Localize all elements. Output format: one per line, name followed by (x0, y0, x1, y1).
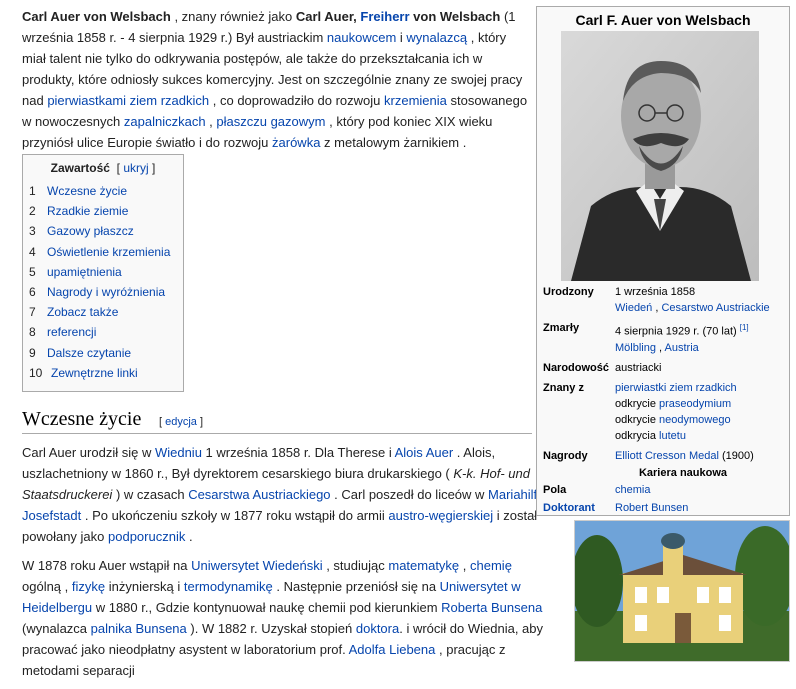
toc-item[interactable]: 4 Oświetlenie krzemienia (29, 242, 177, 262)
link-cesarstwo[interactable]: Cesarstwo Austriackie (661, 302, 769, 314)
link-adolfa-liebena[interactable]: Adolfa Liebena (349, 642, 436, 657)
subject-name: Carl Auer von Welsbach (22, 9, 171, 24)
row-awards: Nagrody Elliott Cresson Medal (1900) (543, 449, 754, 462)
link-zarowka[interactable]: żarówka (272, 135, 320, 150)
toc-item[interactable]: 7 Zobacz także (29, 302, 177, 322)
link-wiedniu[interactable]: Wiedniu (155, 445, 202, 460)
link-uniwersytet-wiedenski[interactable]: Uniwersytet Wiedeński (191, 558, 323, 573)
paragraph-2: W 1878 roku Auer wstąpił na Uniwersytet … (22, 558, 544, 678)
link-molbling[interactable]: Mölbling (615, 342, 656, 354)
link-cresson-medal[interactable]: Elliott Cresson Medal (615, 450, 719, 462)
toc-header: Zawartość [ ukryj ] (50, 161, 156, 175)
link-podporucznik[interactable]: podporucznik (108, 529, 185, 544)
row-died: Zmarły 4 sierpnia 1929 r. (70 lat) [1] M… (543, 322, 749, 354)
link-alois-auer[interactable]: Alois Auer (395, 445, 454, 460)
toc-item[interactable]: 1 Wczesne życie (29, 181, 177, 201)
ref-link[interactable]: [1] (740, 323, 749, 332)
toc-item[interactable]: 8 referencji (29, 322, 177, 342)
link-mariahilf[interactable]: Mariahilf (488, 487, 537, 502)
table-of-contents: Zawartość [ ukryj ] 1 Wczesne życie 2 Rzad… (22, 154, 184, 393)
section-edit-link[interactable]: edycja (165, 416, 197, 428)
link-austro-wegierskiej[interactable]: austro-węgierskiej (388, 508, 493, 523)
link-chemie[interactable]: chemię (470, 558, 512, 573)
section-body: Carl Auer urodził się w Wiedniu 1 wrześn… (22, 442, 552, 689)
toc-item[interactable]: 2 Rzadkie ziemie (29, 201, 177, 221)
infobox-title: Carl F. Auer von Welsbach (575, 12, 751, 28)
paragraph-1: Carl Auer urodził się w Wiedniu 1 wrześn… (22, 445, 544, 544)
villa-photo[interactable] (574, 520, 790, 662)
link-chemia[interactable]: chemia (615, 482, 783, 498)
toc-item[interactable]: 5 upamiętnienia (29, 262, 177, 282)
infobox: Carl F. Auer von Welsbach Urodzony 1 wrz… (536, 6, 790, 516)
link-krzemienia[interactable]: krzemienia (384, 93, 447, 108)
link-doktorant[interactable]: Doktorant (543, 500, 615, 516)
link-roberta-bunsena[interactable]: Roberta Bunsena (441, 600, 542, 615)
alt-name: Carl Auer, (295, 9, 357, 24)
link-freiherr[interactable]: Freiherr (360, 9, 409, 24)
portrait-photo[interactable] (561, 31, 759, 281)
link-naukowcem[interactable]: naukowcem (327, 30, 396, 45)
link-praseodymium[interactable]: praseodymium (659, 398, 731, 410)
intro-paragraph: Carl Auer von Welsbach , znany również j… (22, 9, 528, 150)
link-wieden[interactable]: Wiedeń (615, 302, 652, 314)
toc-title: Zawartość (50, 161, 110, 175)
row-nationality: Narodowość austriacki (543, 361, 662, 374)
link-rare-earth[interactable]: pierwiastki ziem rzadkich (615, 382, 737, 394)
section-heading: Wczesne życie [ edycja ] (22, 408, 532, 434)
career-subheader: Kariera naukowa (638, 466, 728, 479)
link-doktora[interactable]: doktora (356, 621, 399, 636)
row-known-for: Znany z pierwiastki ziem rzadkich odkryc… (543, 381, 737, 442)
section-title: Wczesne życie (22, 408, 142, 430)
link-plaszcz[interactable]: płaszczu gazowym (216, 114, 325, 129)
toc-item[interactable]: 10 Zewnętrzne linki (29, 363, 177, 383)
link-austria[interactable]: Austria (665, 342, 699, 354)
link-robert-bunsen[interactable]: Robert Bunsen (615, 500, 783, 516)
link-neodymium[interactable]: neodymowego (659, 414, 731, 426)
toc-item[interactable]: 3 Gazowy płaszcz (29, 221, 177, 241)
link-palnika-bunsena[interactable]: palnika Bunsena (91, 621, 187, 636)
link-josefstadt[interactable]: Josefstadt (22, 508, 81, 523)
row-fields: Pola chemia (543, 482, 783, 498)
link-matematyke[interactable]: matematykę (388, 558, 459, 573)
link-cesarstwa[interactable]: Cesarstwa Austriackiego (188, 487, 330, 502)
toc-list: 1 Wczesne życie 2 Rzadkie ziemie 3 Gazowy p… (29, 181, 177, 383)
toc-hide-link[interactable]: ukryj (123, 161, 148, 175)
link-lutetium[interactable]: lutetu (659, 430, 686, 442)
toc-item[interactable]: 9 Dalsze czytanie (29, 343, 177, 363)
row-advisor: Doktorant Robert Bunsen (543, 500, 783, 516)
row-born: Urodzony 1 września 1858 Wiedeń , Cesars… (543, 286, 770, 314)
link-pierwiastki[interactable]: pierwiastkami ziem rzadkich (47, 93, 209, 108)
toc-item[interactable]: 6 Nagrody i wyróżnienia (29, 282, 177, 302)
infobox-rows: Urodzony 1 września 1858 Wiedeń , Cesars… (543, 284, 783, 516)
link-wynalazca[interactable]: wynalazcą (406, 30, 467, 45)
link-zapalniczkach[interactable]: zapalniczkach (124, 114, 206, 129)
link-termodynamike[interactable]: termodynamikę (184, 579, 273, 594)
link-fizyke[interactable]: fizykę (72, 579, 105, 594)
